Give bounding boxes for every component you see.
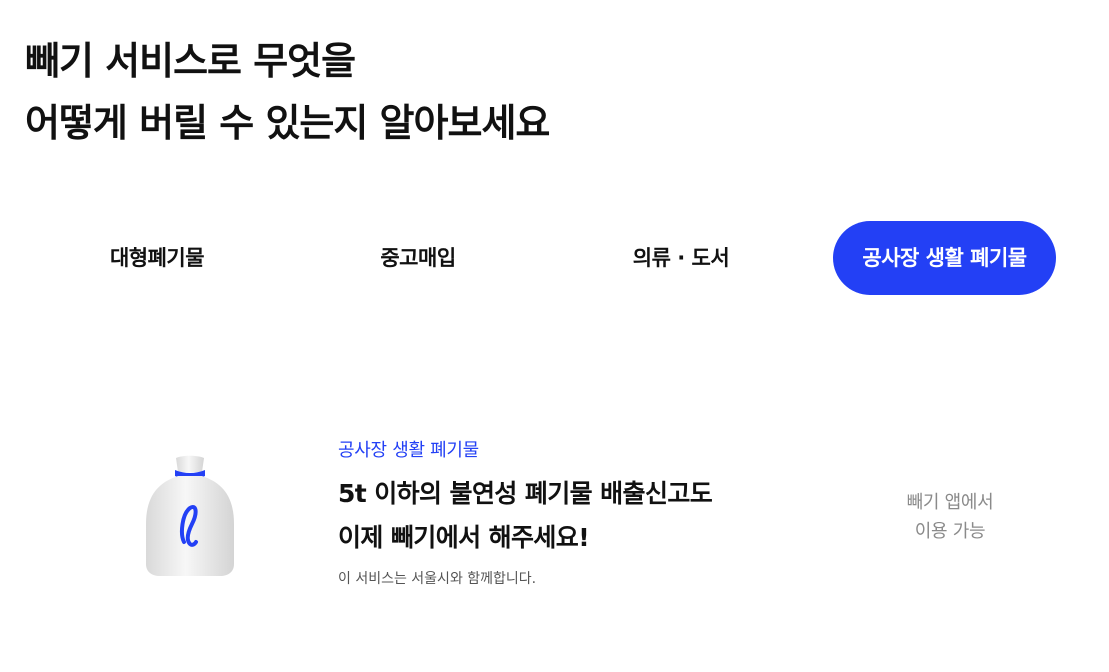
availability-line-1: 빼기 앱에서 (906, 492, 994, 513)
tab-large-waste[interactable]: 대형폐기물 (62, 221, 252, 295)
availability-line-2: 이용 가능 (914, 521, 986, 542)
headline-line-2: 어떻게 버릴 수 있는지 알아보세요 (25, 101, 550, 145)
page: 빼기 서비스로 무엇을 어떻게 버릴 수 있는지 알아보세요 대형폐기물 중고매… (0, 0, 1109, 672)
service-title-line-1: 5t 이하의 불연성 폐기물 배출신고도 (338, 479, 713, 508)
category-tabs: 대형폐기물 중고매입 의류 · 도서 공사장 생활 폐기물 (0, 221, 1109, 295)
service-card: 공사장 생활 폐기물 5t 이하의 불연성 폐기물 배출신고도 이제 빼기에서 … (0, 420, 1109, 620)
waste-bag-icon (146, 455, 234, 576)
tab-used-purchase[interactable]: 중고매입 (323, 221, 513, 295)
service-partner-note: 이 서비스는 서울시와 함께합니다. (338, 571, 537, 587)
app-availability: 빼기 앱에서 이용 가능 (880, 488, 1020, 546)
tab-clothes-books[interactable]: 의류 · 도서 (586, 221, 776, 295)
service-category: 공사장 생활 폐기물 (338, 440, 479, 461)
service-title-line-2: 이제 빼기에서 해주세요! (338, 523, 590, 552)
tab-construction-waste[interactable]: 공사장 생활 폐기물 (833, 221, 1056, 295)
page-headline: 빼기 서비스로 무엇을 어떻게 버릴 수 있는지 알아보세요 (25, 30, 550, 154)
service-title: 5t 이하의 불연성 폐기물 배출신고도 이제 빼기에서 해주세요! (338, 472, 713, 560)
headline-line-1: 빼기 서비스로 무엇을 (25, 39, 356, 83)
